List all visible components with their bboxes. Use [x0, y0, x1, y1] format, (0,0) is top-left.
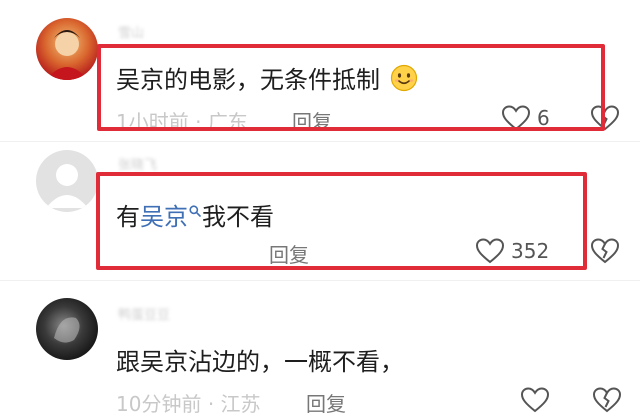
comment-text: 跟吴京沾边的，一概不看，	[116, 348, 404, 376]
divider	[0, 141, 640, 142]
default-user-icon	[46, 164, 88, 208]
like-heart-icon[interactable]	[520, 386, 550, 414]
avatar[interactable]	[36, 150, 98, 212]
avatar-image-icon	[46, 30, 88, 80]
highlight-box-1	[97, 44, 605, 131]
comment-time: 10分钟前	[116, 392, 202, 416]
dislike-broken-heart-icon[interactable]	[592, 386, 622, 414]
avatar[interactable]	[36, 18, 98, 80]
username[interactable]: 鸭蛋豆豆	[118, 304, 170, 323]
highlight-box-2	[96, 172, 587, 270]
reply-button[interactable]: 回复	[306, 388, 346, 417]
comment-location: 江苏	[220, 392, 261, 416]
meta-separator: ·	[207, 392, 215, 416]
avatar-image-icon	[54, 317, 80, 343]
username[interactable]: 张晓飞	[118, 154, 157, 173]
comment-meta: 10分钟前 · 江苏	[116, 388, 261, 417]
username[interactable]: 雪山	[118, 22, 144, 41]
dislike-broken-heart-icon[interactable]	[590, 237, 620, 265]
divider	[0, 280, 640, 281]
avatar[interactable]	[36, 298, 98, 360]
